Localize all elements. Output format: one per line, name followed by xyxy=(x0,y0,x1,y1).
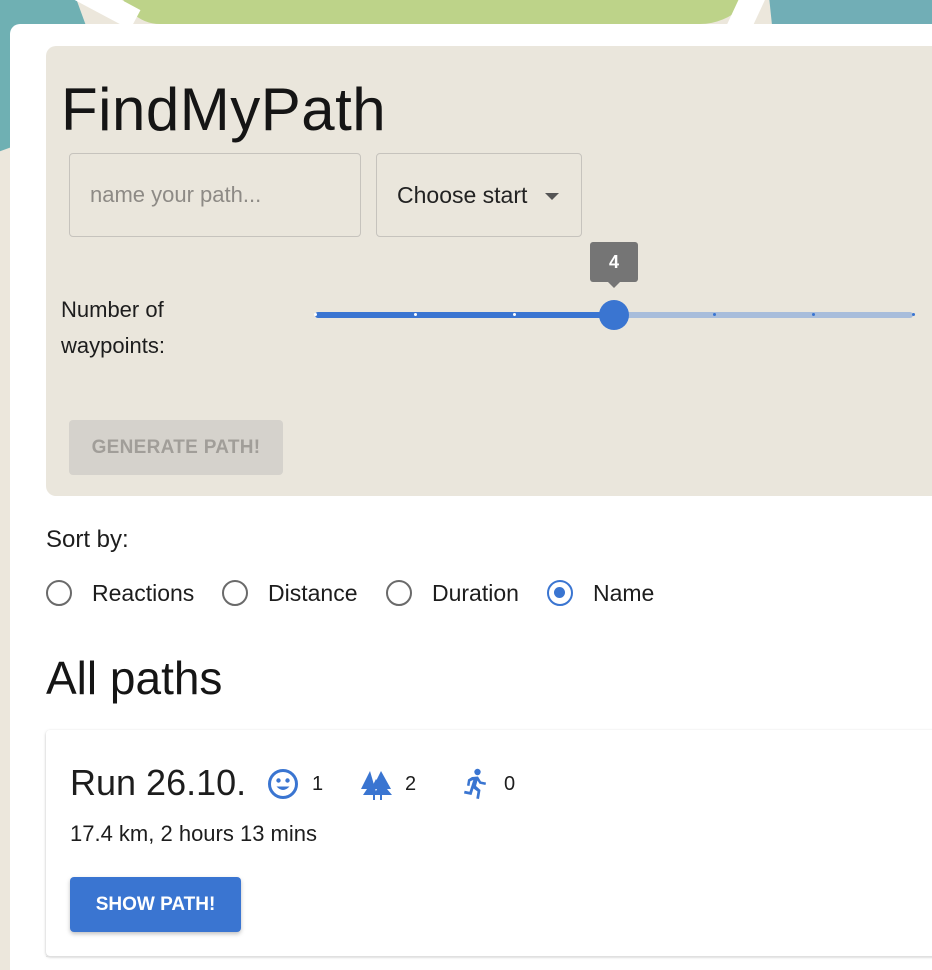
radio-circle xyxy=(222,580,248,606)
radio-circle xyxy=(547,580,573,606)
radio-circle xyxy=(386,580,412,606)
path-distance-duration: 17.4 km, 2 hours 13 mins xyxy=(70,821,318,846)
reaction-trees[interactable]: 2 xyxy=(359,766,416,802)
start-select[interactable]: Choose start xyxy=(376,153,582,237)
sort-option-duration[interactable]: Duration xyxy=(386,577,519,609)
slider-value-label: 4 xyxy=(590,242,638,288)
runner-icon xyxy=(464,768,486,799)
slider-track xyxy=(315,312,614,318)
reaction-count: 2 xyxy=(405,772,417,795)
path-name: Run 26.10. xyxy=(70,762,247,803)
generate-path-button[interactable]: GENERATE PATH! xyxy=(69,420,283,475)
slider-step-mark xyxy=(413,313,417,316)
waypoints-label: Number of waypoints: xyxy=(61,297,165,358)
slider-thumb[interactable] xyxy=(599,300,629,330)
sort-option-name[interactable]: Name xyxy=(547,577,654,609)
path-name-input[interactable] xyxy=(69,153,361,237)
reaction-smiley[interactable]: 1 xyxy=(266,766,323,802)
reaction-count: 0 xyxy=(504,772,516,795)
sort-option-label: Name xyxy=(593,579,655,606)
slider-step-mark xyxy=(712,313,716,316)
trees-icon xyxy=(361,771,392,800)
sort-option-label: Reactions xyxy=(92,579,195,606)
all-paths-heading: All paths xyxy=(46,652,223,704)
reaction-count: 1 xyxy=(312,772,324,795)
start-select-value: Choose start xyxy=(397,181,528,208)
sort-option-label: Distance xyxy=(268,579,358,606)
waypoints-slider[interactable]: 4 xyxy=(314,242,915,330)
show-path-button[interactable]: SHOW PATH! xyxy=(70,877,241,932)
reaction-runner[interactable]: 0 xyxy=(458,766,515,802)
slider-step-mark xyxy=(314,313,317,316)
sort-label: Sort by: xyxy=(46,526,129,553)
sort-option-label: Duration xyxy=(432,579,519,606)
radio-circle xyxy=(46,580,72,606)
app-title: FindMyPath xyxy=(61,76,387,143)
smiley-icon xyxy=(268,769,298,799)
map-park-area xyxy=(120,0,760,24)
chevron-down-icon xyxy=(545,193,559,200)
slider-step-mark xyxy=(912,313,915,316)
sort-option-reactions[interactable]: Reactions xyxy=(46,577,194,609)
sort-option-distance[interactable]: Distance xyxy=(222,577,357,609)
card-divider xyxy=(46,956,932,957)
